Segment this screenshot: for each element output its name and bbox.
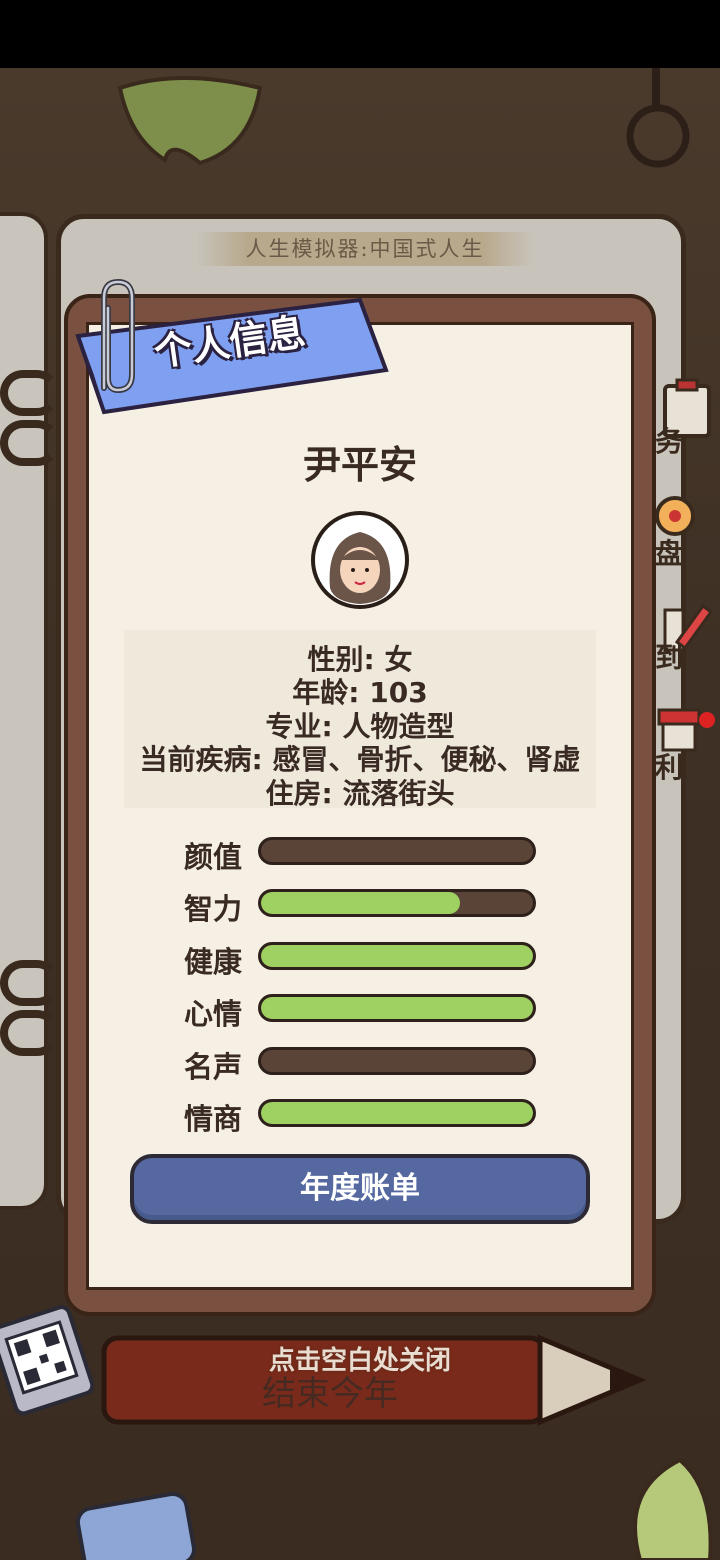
stat-label: 情商 <box>184 1102 243 1136</box>
binder-ring <box>0 960 60 1006</box>
stat-bar-fill <box>261 997 533 1020</box>
binder-ring <box>0 370 60 416</box>
ginkgo-leaf-icon <box>117 76 263 166</box>
stat-label: 名声 <box>184 1049 243 1084</box>
stat-bar-fill <box>261 944 533 967</box>
stat-bar <box>258 994 536 1023</box>
stat-label: 颜值 <box>184 840 243 874</box>
side-tab-label[interactable]: 盘 <box>655 532 683 572</box>
housing-text: 住房: 流落街头 <box>265 777 455 810</box>
status-bar <box>0 0 720 68</box>
ginkgo-leaf-icon <box>633 1457 713 1560</box>
stat-bar <box>258 1046 536 1075</box>
stat-label: 心情 <box>184 997 243 1032</box>
stat-label: 健康 <box>184 944 243 979</box>
annual-bill-button[interactable]: 年度账单 <box>130 1154 590 1224</box>
binder-ring <box>0 1010 60 1056</box>
book-title: 人生模拟器:中国式人生 <box>196 232 534 266</box>
stat-label: 智力 <box>184 892 243 927</box>
close-hint: 点击空白处关闭 <box>268 1346 451 1376</box>
stat-bar-fill <box>261 892 460 915</box>
character-name: 尹平安 <box>302 443 417 487</box>
qr-code-icon[interactable] <box>0 1305 94 1425</box>
hook-icon <box>626 68 690 168</box>
stat-bar <box>258 837 536 865</box>
avatar <box>311 511 409 609</box>
paperclip-icon <box>101 278 135 394</box>
stat-bar <box>258 1099 536 1127</box>
stat-bar-fill <box>261 1102 533 1124</box>
eraser-icon <box>75 1491 196 1560</box>
stat-bar <box>258 941 536 970</box>
stat-bar <box>258 889 536 918</box>
